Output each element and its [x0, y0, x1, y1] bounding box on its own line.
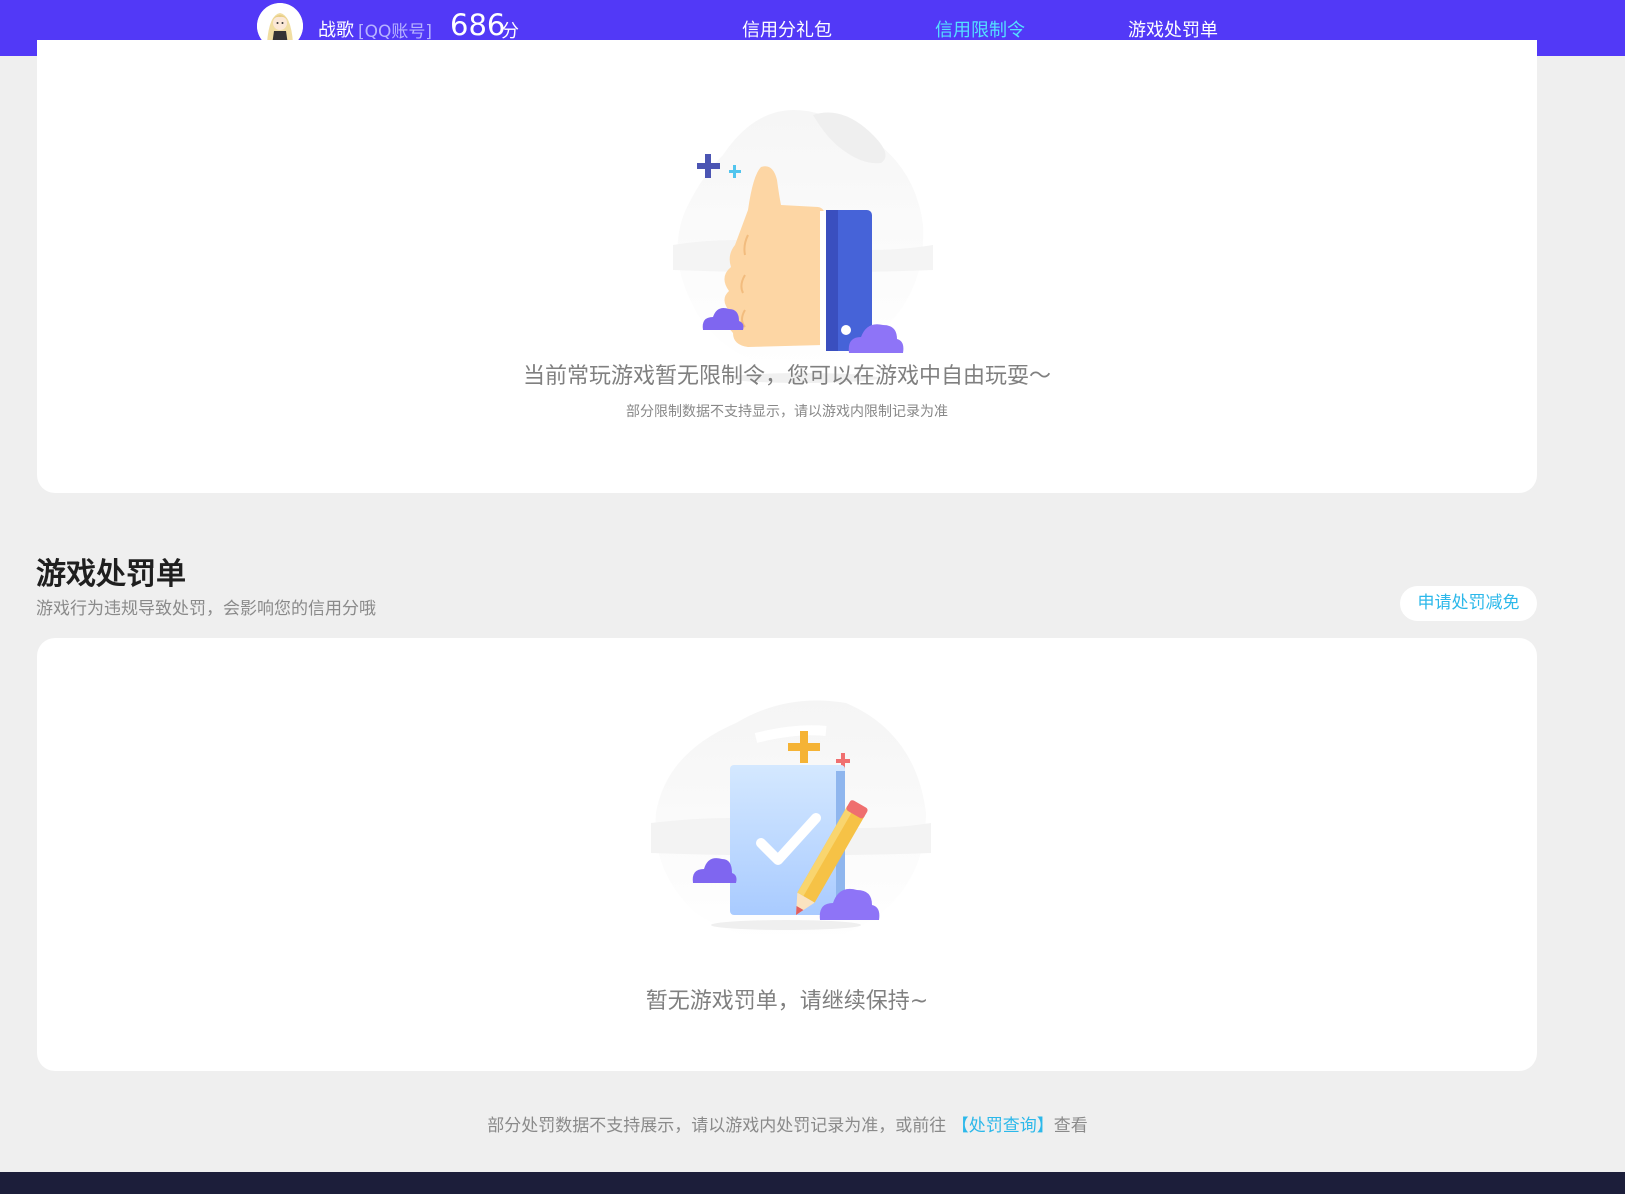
footer-note-suffix: 查看 [1053, 1116, 1088, 1136]
page-footer [0, 1172, 1625, 1194]
tab-credit-restriction[interactable]: 信用限制令 [935, 16, 1025, 42]
tab-credit-gift[interactable]: 信用分礼包 [742, 16, 832, 42]
penalty-query-link[interactable]: 【处罚查询】 [952, 1116, 1054, 1136]
penalty-card: 暂无游戏罚单，请继续保持~ [37, 638, 1537, 1071]
restriction-empty-message: 当前常玩游戏暂无限制令，您可以在游戏中自由玩耍～ [522, 364, 1051, 389]
footer-note-text: 部分处罚数据不支持展示，请以游戏内处罚记录为准，或前往 [487, 1116, 952, 1136]
credit-score: 686 [450, 8, 506, 42]
account-type: [QQ账号] [358, 22, 433, 42]
penalty-section-title: 游戏处罚单 [36, 557, 186, 592]
tab-game-penalty[interactable]: 游戏处罚单 [1128, 16, 1218, 42]
username: 战歌 [318, 20, 354, 41]
penalty-empty-message: 暂无游戏罚单，请继续保持~ [645, 989, 929, 1014]
restriction-note: 部分限制数据不支持显示，请以游戏内限制记录为准 [626, 404, 948, 420]
restriction-card: 当前常玩游戏暂无限制令，您可以在游戏中自由玩耍～ 部分限制数据不支持显示，请以游… [37, 40, 1537, 493]
penalty-footer-note: 部分处罚数据不支持展示，请以游戏内处罚记录为准，或前往 【处罚查询】查看 [0, 1111, 1575, 1136]
checked-document-icon [651, 700, 931, 943]
thumbs-up-icon [673, 110, 933, 383]
penalty-section-description: 游戏行为违规导致处罚，会影响您的信用分哦 [36, 599, 376, 619]
apply-penalty-reduction-button[interactable]: 申请处罚减免 [1400, 586, 1537, 621]
